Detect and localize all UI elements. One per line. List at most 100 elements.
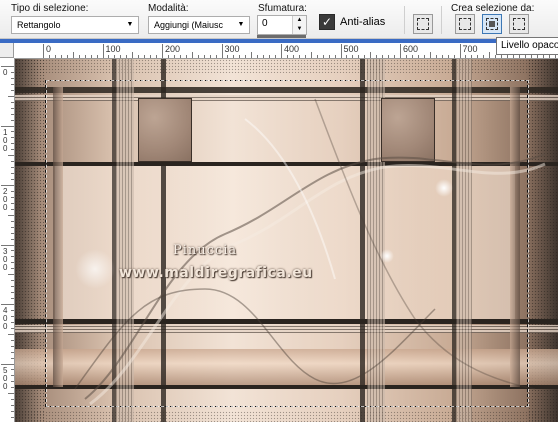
custom-selection-icon	[417, 18, 429, 30]
ruler-tick	[1, 125, 14, 127]
ruler-tick	[162, 44, 163, 58]
ruler-tick	[1, 185, 14, 186]
ruler-tick	[138, 55, 140, 58]
ruler-tick	[11, 321, 14, 323]
antialias-checkbox[interactable]: ✓	[319, 14, 335, 30]
ruler-label: 200	[165, 44, 181, 54]
ruler-tick	[78, 55, 80, 58]
ruler-tick	[405, 55, 407, 58]
ruler-tick	[72, 52, 74, 58]
ruler-tick	[286, 55, 288, 58]
image-canvas[interactable]: Pinuccia www.maldiregrafica.eu	[15, 59, 558, 422]
selection-marquee[interactable]	[45, 80, 528, 407]
custom-selection-button[interactable]	[413, 14, 433, 34]
ruler-tick	[524, 55, 526, 58]
selection-from-mask-icon	[513, 18, 525, 30]
selection-type-dropdown[interactable]: Rettangolo ▼	[11, 16, 139, 34]
horizontal-ruler[interactable]: 0 100 200 300 400 500 600 700	[14, 43, 558, 59]
ruler-tick	[114, 55, 116, 58]
selection-from-opaque-button[interactable]	[482, 14, 502, 34]
ruler-label: 600	[403, 44, 419, 54]
ruler-tick	[495, 55, 497, 58]
ruler-tick	[346, 55, 348, 58]
ruler-tick	[11, 196, 14, 198]
ruler-tick	[11, 113, 14, 115]
ruler-tick	[11, 143, 14, 145]
ruler-tick	[304, 55, 306, 58]
ruler-tick	[11, 411, 14, 413]
ruler-tick	[11, 89, 14, 91]
ruler-tick	[513, 55, 515, 58]
ruler-tick	[11, 190, 14, 192]
mode-dropdown[interactable]: Aggiungi (Maiusc ▼	[148, 16, 250, 34]
ruler-tick	[48, 55, 50, 58]
ruler-tick	[394, 55, 396, 58]
ruler-tick	[423, 55, 425, 58]
ruler-tick	[507, 55, 509, 58]
feather-value: 0	[262, 18, 268, 29]
ruler-tick	[11, 405, 14, 407]
ruler-tick	[489, 52, 491, 58]
feather-slider[interactable]	[257, 35, 306, 38]
ruler-tick	[530, 55, 532, 58]
ruler-tick	[233, 55, 235, 58]
ruler-tick	[8, 95, 14, 97]
ruler-tick	[179, 55, 181, 58]
ruler-tick	[1, 66, 14, 67]
ruler-tick	[60, 55, 62, 58]
ruler-tick	[11, 369, 14, 371]
ruler-tick	[388, 55, 390, 58]
ruler-tick	[239, 55, 241, 58]
ruler-tick	[447, 55, 449, 58]
selection-from-mask-button[interactable]	[509, 14, 529, 34]
mode-value: Aggiungi (Maiusc	[154, 20, 224, 30]
ruler-tick	[11, 179, 14, 181]
ruler-tick	[441, 55, 443, 58]
ruler-label: 500	[3, 365, 8, 391]
ruler-tick	[11, 161, 14, 163]
ruler-tick	[8, 214, 14, 216]
ruler-tick	[102, 44, 104, 58]
ruler-tick	[11, 292, 14, 294]
ruler-tick	[1, 244, 14, 246]
ruler-label: 700	[462, 44, 478, 54]
antialias-label: Anti-alias	[340, 16, 386, 28]
ruler-tick	[197, 55, 199, 58]
ruler-tick	[483, 55, 485, 58]
feather-spinbox[interactable]: 0 ▲ ▼	[257, 15, 307, 35]
ruler-tick	[11, 351, 14, 353]
ruler-tick	[281, 44, 282, 58]
ruler-tick	[11, 77, 14, 79]
ruler-tick	[66, 55, 68, 58]
tooltip: Livello opaco	[496, 37, 558, 55]
ruler-tick	[269, 55, 271, 58]
ruler-tick	[322, 55, 324, 58]
ruler-tick	[11, 315, 14, 317]
ruler-tick	[11, 202, 14, 204]
ruler-tick	[90, 55, 92, 58]
ruler-tick	[459, 44, 461, 58]
vertical-ruler[interactable]: 0 100 200 300 400 500	[0, 58, 15, 422]
ruler-tick	[471, 55, 473, 58]
ruler-tick	[11, 381, 14, 383]
mode-label: Modalità:	[148, 3, 189, 14]
ruler-tick	[382, 55, 384, 58]
selection-from-layer-button[interactable]	[455, 14, 475, 34]
ruler-tick	[536, 55, 538, 58]
create-selection-label: Crea selezione da:	[451, 3, 535, 14]
ruler-tick	[334, 55, 336, 58]
spin-arrows-icon[interactable]: ▲ ▼	[292, 16, 306, 34]
ruler-tick	[11, 256, 14, 258]
ruler-tick	[429, 52, 431, 58]
ruler-label: 200	[3, 187, 8, 212]
ruler-tick	[11, 375, 14, 377]
ruler-tick	[11, 167, 14, 169]
ruler-tick	[11, 119, 14, 121]
ruler-tick	[203, 55, 205, 58]
ruler-tick	[275, 55, 277, 58]
ruler-tick	[84, 55, 86, 58]
ruler-tick	[221, 44, 223, 58]
chevron-down-icon: ▼	[126, 21, 134, 28]
ruler-tick	[11, 238, 14, 240]
ruler-tick	[11, 387, 14, 389]
